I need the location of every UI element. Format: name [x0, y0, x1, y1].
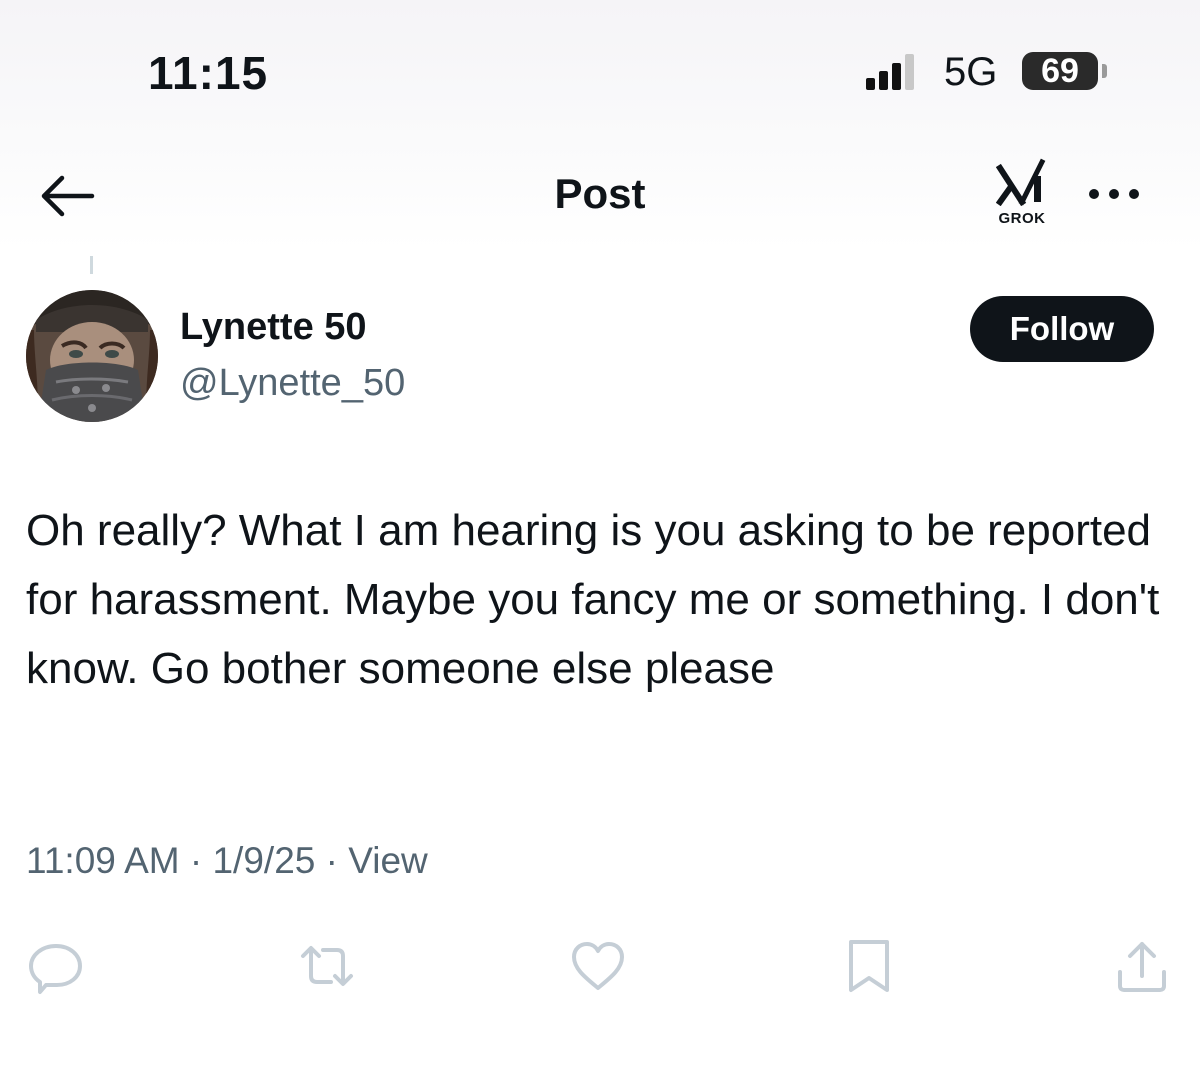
thread-connector-line [90, 256, 93, 274]
grok-logo-icon [996, 158, 1046, 206]
cellular-signal-icon [866, 52, 916, 90]
view-link[interactable]: View [348, 840, 428, 881]
status-bar: 11:15 5G 69 [0, 0, 1200, 140]
follow-button-label: Follow [1009, 310, 1115, 347]
share-icon [1118, 942, 1166, 992]
repost-icon [301, 946, 353, 986]
battery-icon: 69 [1022, 52, 1098, 90]
meta-separator: · [179, 840, 213, 881]
author-handle[interactable]: @Lynette_50 [180, 362, 405, 405]
meta-separator: · [315, 840, 349, 881]
share-button[interactable] [1112, 936, 1172, 996]
battery-cap [1102, 64, 1107, 78]
avatar[interactable] [26, 290, 158, 422]
like-icon [572, 942, 624, 990]
more-horizontal-icon [1089, 189, 1139, 199]
bookmark-button[interactable] [839, 936, 899, 996]
bookmark-icon [849, 940, 889, 992]
post-time: 11:09 AM [26, 840, 180, 881]
like-button[interactable] [568, 936, 628, 996]
battery-level: 69 [1041, 51, 1079, 90]
repost-button[interactable] [297, 936, 357, 996]
post-screen: 11:15 5G 69 Post GROK Lynette 50 @Lynett… [0, 0, 1200, 1092]
post-meta: 11:09 AM · 1/9/25 · View [26, 840, 428, 882]
follow-button[interactable]: Follow [970, 296, 1154, 362]
more-button[interactable] [1086, 176, 1142, 212]
reply-icon [29, 944, 82, 994]
nav-bar: Post GROK [0, 140, 1200, 250]
grok-label: GROK [998, 210, 1046, 227]
network-label: 5G [944, 50, 998, 94]
status-time: 11:15 [148, 47, 269, 99]
post-date: 1/9/25 [212, 840, 316, 881]
grok-button[interactable]: GROK [990, 158, 1054, 232]
post-text: Oh really? What I am hearing is you aski… [26, 506, 1160, 693]
avatar-image [26, 290, 158, 422]
reply-button[interactable] [26, 936, 86, 996]
author-display-name[interactable]: Lynette 50 [180, 306, 367, 349]
